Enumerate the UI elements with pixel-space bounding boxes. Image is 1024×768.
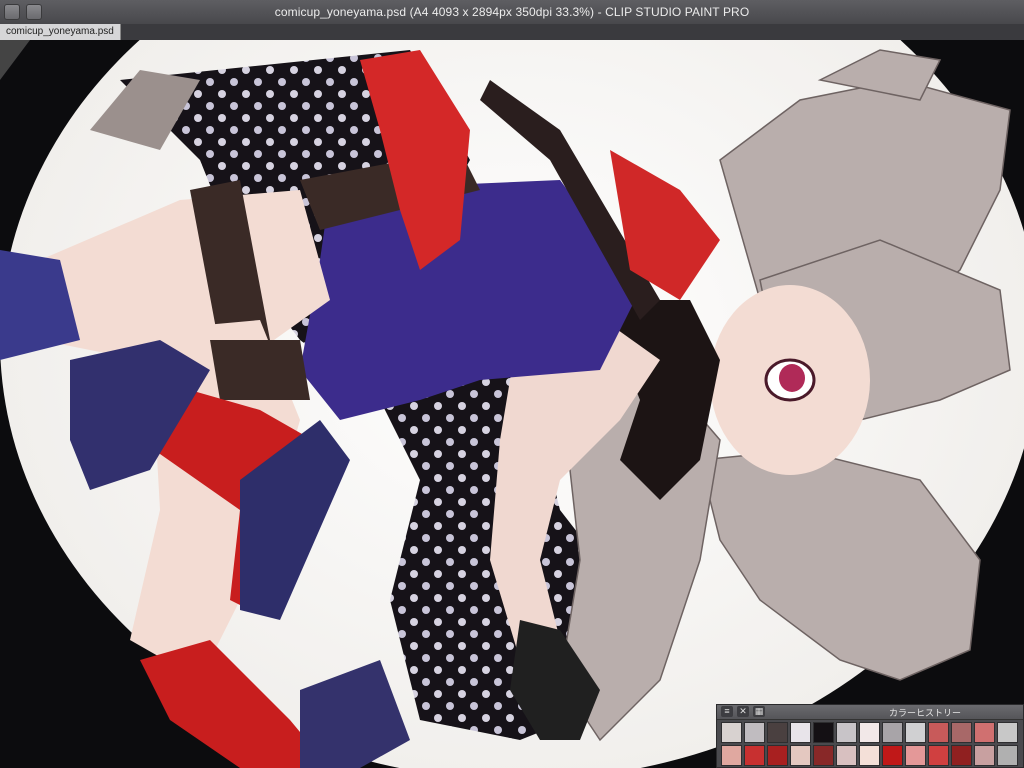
color-swatch[interactable]	[836, 722, 857, 743]
color-swatch[interactable]	[951, 745, 972, 766]
color-swatch[interactable]	[767, 722, 788, 743]
color-swatch[interactable]	[882, 745, 903, 766]
color-swatch[interactable]	[790, 722, 811, 743]
color-swatch[interactable]	[882, 722, 903, 743]
color-swatch[interactable]	[859, 722, 880, 743]
color-swatch[interactable]	[928, 745, 949, 766]
panel-menu-icon[interactable]: ≡	[721, 706, 733, 717]
color-swatch[interactable]	[905, 745, 926, 766]
color-swatch[interactable]	[836, 745, 857, 766]
color-swatch[interactable]	[974, 745, 995, 766]
color-swatch[interactable]	[859, 745, 880, 766]
panel-title: カラーヒストリー	[888, 709, 961, 719]
iris	[779, 364, 805, 392]
color-history-panel: ≡ ✕ ▦ カラーヒストリー	[716, 704, 1024, 768]
color-swatch[interactable]	[997, 722, 1018, 743]
document-tab[interactable]: comicup_yoneyama.psd	[0, 24, 121, 40]
swatch-grid	[721, 722, 1018, 766]
color-swatch[interactable]	[974, 722, 995, 743]
color-swatch[interactable]	[744, 745, 765, 766]
color-swatch[interactable]	[790, 745, 811, 766]
close-icon[interactable]: ✕	[737, 706, 749, 717]
drawing-canvas[interactable]	[0, 40, 1024, 768]
color-swatch[interactable]	[905, 722, 926, 743]
color-swatch[interactable]	[721, 722, 742, 743]
color-swatch[interactable]	[813, 745, 834, 766]
panel-header: ≡ ✕ ▦ カラーヒストリー	[717, 705, 1023, 720]
document-tab-bar: comicup_yoneyama.psd	[0, 24, 1024, 41]
window-title-bar: comicup_yoneyama.psd (A4 4093 x 2894px 3…	[0, 0, 1024, 25]
color-swatch[interactable]	[997, 745, 1018, 766]
color-swatch[interactable]	[767, 745, 788, 766]
artwork-illustration	[0, 40, 1024, 768]
color-swatch[interactable]	[951, 722, 972, 743]
color-swatch[interactable]	[744, 722, 765, 743]
color-swatch[interactable]	[813, 722, 834, 743]
window-title: comicup_yoneyama.psd (A4 4093 x 2894px 3…	[274, 5, 750, 19]
color-swatch[interactable]	[721, 745, 742, 766]
palette-icon[interactable]: ▦	[753, 706, 765, 717]
color-swatch[interactable]	[928, 722, 949, 743]
leg-strap	[210, 340, 310, 400]
